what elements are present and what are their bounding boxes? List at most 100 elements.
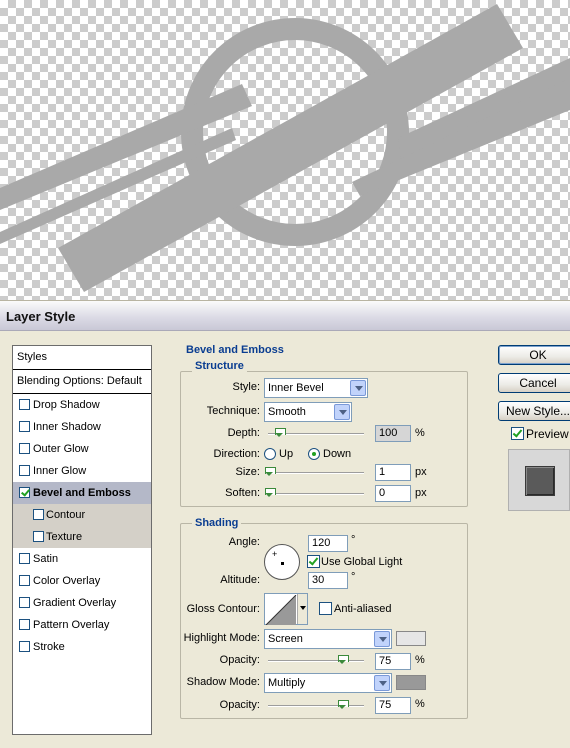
angle-dial[interactable]: + [264,544,300,580]
contour-checkbox[interactable] [33,509,44,520]
style-item-label: Satin [33,553,59,565]
chevron-down-icon [350,380,366,396]
style-item-label: Bevel and Emboss [33,487,131,499]
direction-up-label: Up [279,448,294,460]
preview-checkbox[interactable] [511,427,524,440]
direction-down-radio[interactable] [308,448,320,460]
highlight-opacity-input[interactable]: 75 [375,653,411,670]
ok-button[interactable]: OK [498,345,570,365]
style-item-color-overlay[interactable]: Color Overlay [13,570,151,592]
gloss-contour-picker[interactable] [264,593,308,625]
style-label: Style: [232,381,260,393]
direction-up-radio[interactable] [264,448,276,460]
highlight-opacity-unit: % [415,654,425,666]
bevel-and-emboss-checkbox[interactable] [19,487,30,498]
color-overlay-checkbox[interactable] [19,575,30,586]
layer-style-dialog: Layer Style Styles Blending Options: Def… [0,300,570,748]
soften-slider-thumb[interactable] [265,488,276,498]
style-item-label: Drop Shadow [33,399,100,411]
style-select[interactable]: Inner Bevel [264,378,368,398]
soften-input[interactable]: 0 [375,485,411,502]
contour-dropdown-arrow[interactable] [297,594,307,624]
size-label: Size: [235,466,260,478]
inner-glow-checkbox[interactable] [19,465,30,476]
technique-select[interactable]: Smooth [264,402,352,422]
highlight-mode-select[interactable]: Screen [264,629,392,649]
shadow-opacity-thumb[interactable] [338,700,349,710]
soften-value: 0 [379,487,386,499]
style-item-pattern-overlay[interactable]: Pattern Overlay [13,614,151,636]
technique-label: Technique: [206,405,260,417]
blending-options-item[interactable]: Blending Options: Default [13,370,151,394]
drop-shadow-checkbox[interactable] [19,399,30,410]
dialog-title: Layer Style [6,309,76,324]
shadow-opacity-label: Opacity: [219,699,260,711]
anti-aliased-checkbox[interactable] [319,602,332,615]
shadow-color-swatch[interactable] [396,675,426,690]
depth-unit: % [415,427,425,439]
chevron-down-icon [374,675,390,691]
style-item-contour[interactable]: Contour [13,504,151,526]
highlight-color-swatch[interactable] [396,631,426,646]
style-item-inner-glow[interactable]: Inner Glow [13,460,151,482]
document-canvas[interactable] [0,0,570,300]
style-item-bevel-and-emboss[interactable]: Bevel and Emboss [13,482,151,504]
depth-slider[interactable] [268,428,364,437]
highlight-opacity-thumb[interactable] [338,655,349,665]
angle-input[interactable]: 120 [308,535,348,552]
highlight-mode-label: Highlight Mode: [183,632,260,644]
bevel-section-title: Bevel and Emboss [186,344,284,356]
preview-thumbnail [508,449,570,511]
size-slider-thumb[interactable] [265,467,276,477]
crosshair-icon: + [272,549,278,559]
cancel-button[interactable]: Cancel [498,373,570,393]
structure-title: Structure [192,360,247,372]
style-item-stroke[interactable]: Stroke [13,636,151,658]
shadow-opacity-slider[interactable] [268,700,364,709]
size-slider[interactable] [265,467,364,476]
style-item-drop-shadow[interactable]: Drop Shadow [13,394,151,416]
satin-checkbox[interactable] [19,553,30,564]
depth-input[interactable]: 100 [375,425,411,442]
depth-label: Depth: [227,427,260,439]
highlight-mode-value: Screen [268,633,303,645]
direction-down-label: Down [323,448,352,460]
gradient-overlay-checkbox[interactable] [19,597,30,608]
use-global-light-checkbox[interactable] [307,555,320,568]
dialog-titlebar[interactable]: Layer Style [0,301,570,331]
styles-list: Styles Blending Options: Default Drop Sh… [12,345,152,735]
shadow-opacity-input[interactable]: 75 [375,697,411,714]
style-item-label: Gradient Overlay [33,597,117,609]
size-input[interactable]: 1 [375,464,411,481]
altitude-input[interactable]: 30 [308,572,348,589]
style-item-gradient-overlay[interactable]: Gradient Overlay [13,592,151,614]
pattern-overlay-checkbox[interactable] [19,619,30,630]
style-item-texture[interactable]: Texture [13,526,151,548]
shadow-mode-select[interactable]: Multiply [264,673,392,693]
preview-swatch [525,466,555,496]
altitude-unit: ° [351,571,356,583]
new-style-button[interactable]: New Style... [498,401,570,421]
soften-slider[interactable] [265,488,364,497]
outer-glow-checkbox[interactable] [19,443,30,454]
style-item-inner-shadow[interactable]: Inner Shadow [13,416,151,438]
shadow-opacity-unit: % [415,698,425,710]
highlight-opacity-slider[interactable] [268,655,364,664]
chevron-down-icon [334,404,350,420]
shadow-mode-label: Shadow Mode: [186,676,260,688]
inner-shadow-checkbox[interactable] [19,421,30,432]
angle-unit: ° [351,534,356,546]
chevron-down-icon [374,631,390,647]
texture-checkbox[interactable] [33,531,44,542]
altitude-label: Altitude: [220,574,260,586]
technique-select-value: Smooth [268,406,306,418]
stroke-checkbox[interactable] [19,641,30,652]
style-item-outer-glow[interactable]: Outer Glow [13,438,151,460]
depth-slider-thumb[interactable] [275,428,286,438]
styles-header[interactable]: Styles [13,346,151,370]
contour-curve-icon [266,595,297,625]
style-item-label: Outer Glow [33,443,89,455]
style-item-label: Texture [46,531,83,543]
style-select-value: Inner Bevel [268,382,324,394]
style-item-satin[interactable]: Satin [13,548,151,570]
